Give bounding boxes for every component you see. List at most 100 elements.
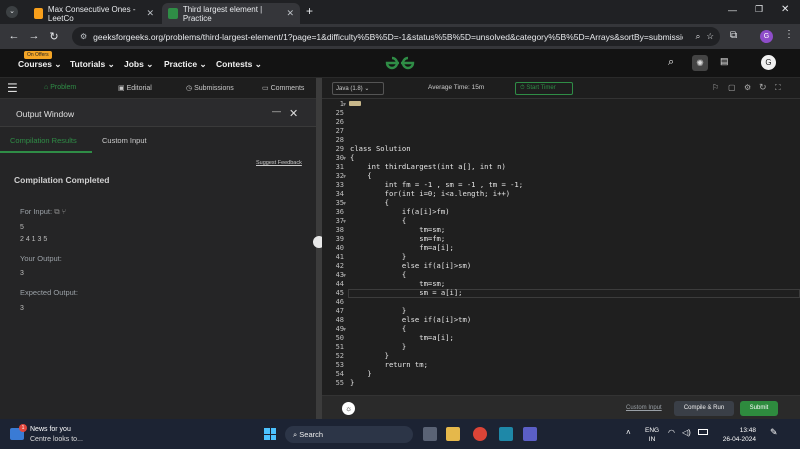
code-line[interactable]: tm=a[i]; xyxy=(350,333,454,342)
code-editor[interactable]: 1 ▼ 25 26 27 28 29 30 ▼ 31 32 ▼ 33 34 35 ▼ 36 37 ▼ 38 39 40 41… xyxy=(322,99,800,395)
theme-toggle-icon[interactable]: ✺ xyxy=(692,55,708,71)
start-timer-button[interactable]: ⏱ Start Timer xyxy=(515,82,573,95)
tab-list-icon[interactable]: ⌄ xyxy=(6,6,18,18)
tab-problem[interactable]: ⌂ Problem xyxy=(44,84,76,91)
close-window-icon[interactable]: ✕ xyxy=(781,4,789,15)
url-field[interactable]: ⚙ geeksforgeeks.org/problems/third-large… xyxy=(72,27,720,46)
code-line[interactable]: sm=fm; xyxy=(350,234,445,243)
code-line[interactable]: else if(a[i]>sm) xyxy=(350,261,471,270)
tab-compilation-results[interactable]: Compilation Results xyxy=(10,136,77,145)
tab-custom-input[interactable]: Custom Input xyxy=(102,136,147,145)
code-line[interactable]: class Solution xyxy=(350,144,411,153)
fold-toggle-icon[interactable]: ▼ xyxy=(342,219,347,225)
bookmark-star-icon[interactable]: ☆ xyxy=(706,31,720,42)
custom-input-link[interactable]: Custom Input xyxy=(626,405,662,411)
gfg-logo-icon[interactable] xyxy=(384,55,416,71)
news-subtitle[interactable]: Centre looks to... xyxy=(30,436,83,443)
code-line[interactable]: { xyxy=(350,153,354,162)
branch-icon[interactable]: ⑂ xyxy=(62,207,67,216)
copy-icon[interactable]: ⧉ xyxy=(54,207,59,216)
code-line[interactable]: { xyxy=(350,216,406,225)
nav-contests[interactable]: Contests ⌄ xyxy=(216,59,262,70)
code-line[interactable]: fm=a[i]; xyxy=(350,243,454,252)
compile-run-button[interactable]: Compile & Run xyxy=(674,401,734,416)
clock[interactable]: 13:48 26-04-2024 xyxy=(716,426,756,444)
code-line[interactable]: { xyxy=(350,171,371,180)
code-line[interactable]: int fm = -1 , sm = -1 , tm = -1; xyxy=(350,180,523,189)
nav-jobs[interactable]: Jobs ⌄ xyxy=(124,59,153,70)
news-title[interactable]: News for you xyxy=(30,426,71,433)
site-info-icon[interactable]: ⚙ xyxy=(80,32,87,41)
fold-toggle-icon[interactable]: ▼ xyxy=(342,327,347,333)
close-tab-icon[interactable]: ✕ xyxy=(286,8,294,19)
hint-bulb-icon[interactable]: ☼ xyxy=(342,402,355,415)
folded-code-marker[interactable] xyxy=(349,101,361,106)
minimize-icon[interactable]: — xyxy=(728,5,737,15)
hamburger-menu-icon[interactable]: ☰ xyxy=(7,81,18,95)
code-line[interactable]: { xyxy=(350,324,406,333)
code-line[interactable]: { xyxy=(350,270,406,279)
code-line[interactable]: } xyxy=(350,342,406,351)
site-avatar[interactable]: G xyxy=(761,55,776,70)
search-icon[interactable]: ⌕ xyxy=(668,56,674,69)
new-tab-icon[interactable]: + xyxy=(306,4,313,18)
code-line[interactable]: return tm; xyxy=(350,360,428,369)
settings-icon[interactable]: ⚐ xyxy=(712,83,719,92)
forward-icon[interactable]: → xyxy=(26,30,42,42)
zoom-search-icon[interactable]: ⌕ xyxy=(696,31,701,42)
app-icon[interactable] xyxy=(499,427,513,441)
code-line[interactable]: int thirdLargest(int a[], int n) xyxy=(350,162,505,171)
taskbar-search-field[interactable]: ⌕ Search xyxy=(285,426,413,443)
file-explorer-icon[interactable] xyxy=(446,427,460,441)
battery-icon[interactable] xyxy=(698,429,708,435)
windows-start-icon[interactable] xyxy=(264,428,276,440)
code-line[interactable]: { xyxy=(350,198,389,207)
code-line[interactable]: } xyxy=(350,369,371,378)
tab-gfg[interactable]: Third largest element | Practice ✕ xyxy=(162,3,300,24)
tab-comments[interactable]: ▭ Comments xyxy=(262,84,304,92)
code-line[interactable]: sm = a[i]; xyxy=(350,288,462,297)
reload-icon[interactable]: ↻ xyxy=(46,30,62,43)
extensions-icon[interactable]: ⧉ xyxy=(730,30,737,41)
nav-practice[interactable]: Practice ⌄ xyxy=(164,59,207,70)
restore-icon[interactable]: ❐ xyxy=(755,4,763,15)
code-line[interactable]: } xyxy=(350,378,354,387)
tab-leetcode[interactable]: Max Consecutive Ones - LeetCo ✕ xyxy=(28,3,160,24)
teams-icon[interactable] xyxy=(523,427,537,441)
code-line[interactable]: tm=sm; xyxy=(350,279,445,288)
fold-toggle-icon[interactable]: ▼ xyxy=(342,273,347,279)
back-icon[interactable]: ← xyxy=(6,30,22,42)
fold-toggle-icon[interactable]: ▼ xyxy=(342,174,347,180)
tab-editorial[interactable]: ▣ Editorial xyxy=(118,84,152,92)
notification-icon[interactable]: ✎ xyxy=(770,427,778,438)
tab-submissions[interactable]: ◷ Submissions xyxy=(186,84,234,92)
suggest-feedback-link[interactable]: Suggest Feedback xyxy=(256,160,302,166)
profile-avatar[interactable]: G xyxy=(760,30,773,43)
browser-menu-icon[interactable]: ⋮ xyxy=(784,29,794,40)
submit-button[interactable]: Submit xyxy=(740,401,778,416)
code-line[interactable]: for(int i=0; i<a.length; i++) xyxy=(350,189,511,198)
notes-icon[interactable]: ▤ xyxy=(720,56,729,67)
close-tab-icon[interactable]: ✕ xyxy=(146,8,154,19)
fold-toggle-icon[interactable]: ▼ xyxy=(342,102,347,108)
code-line[interactable]: } xyxy=(350,306,406,315)
language-indicator[interactable]: ENG IN xyxy=(645,426,659,444)
fold-toggle-icon[interactable]: ▼ xyxy=(342,156,347,162)
reset-icon[interactable]: ↻ xyxy=(759,82,767,93)
volume-icon[interactable]: ◁) xyxy=(682,428,691,437)
video-icon[interactable]: ▢ xyxy=(728,83,736,92)
nav-courses[interactable]: Courses ⌄ xyxy=(18,59,62,70)
code-line[interactable]: } xyxy=(350,252,406,261)
code-line[interactable]: } xyxy=(350,351,389,360)
system-tray-chevron-icon[interactable]: ˄ xyxy=(626,428,631,437)
minimize-panel-icon[interactable]: — xyxy=(272,106,281,116)
fold-toggle-icon[interactable]: ▼ xyxy=(342,201,347,207)
code-line[interactable]: if(a[i]>fm) xyxy=(350,207,450,216)
code-line[interactable]: else if(a[i]>tm) xyxy=(350,315,471,324)
language-select[interactable]: Java (1.8) ⌄ xyxy=(332,82,384,95)
close-panel-icon[interactable]: ✕ xyxy=(289,107,298,120)
task-view-icon[interactable] xyxy=(423,427,437,441)
fullscreen-icon[interactable]: ⛶ xyxy=(775,83,781,93)
gear-icon[interactable]: ⚙ xyxy=(744,83,751,92)
code-line[interactable]: tm=sm; xyxy=(350,225,445,234)
